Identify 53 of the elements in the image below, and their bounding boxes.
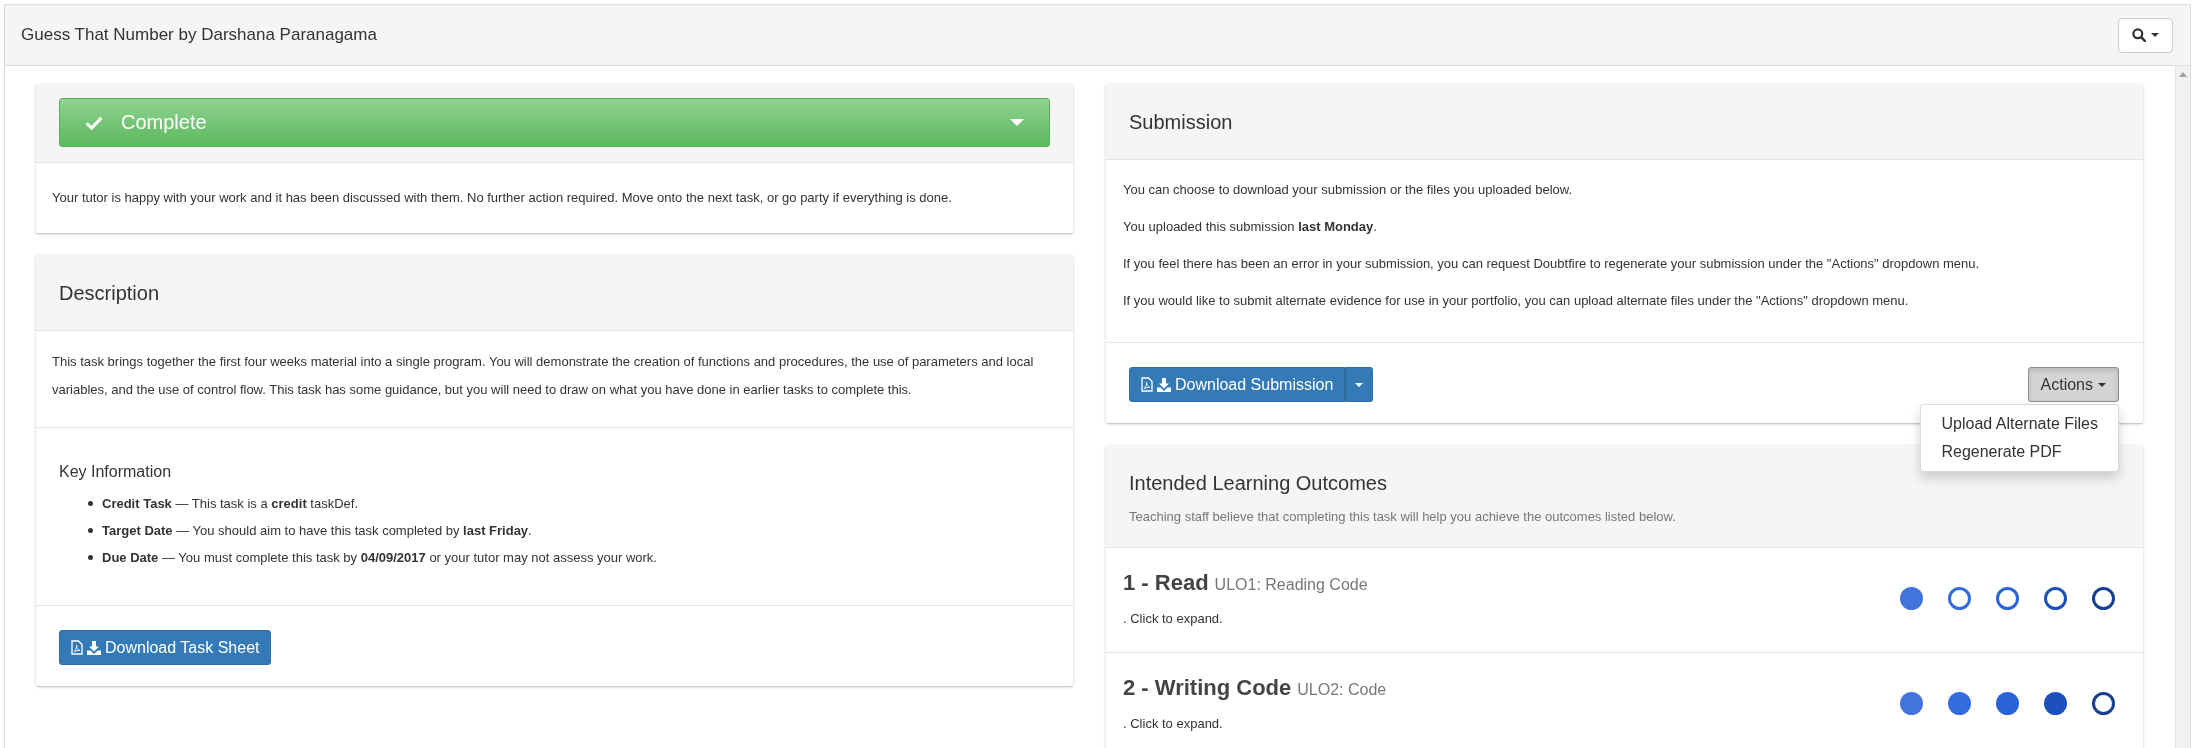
card-title: Submission — [1129, 109, 1233, 135]
bullet-icon — [88, 555, 93, 560]
outcome-title: 1 - Read — [1123, 569, 1209, 597]
dot-icon — [1900, 587, 1923, 610]
bullet-icon — [88, 528, 93, 533]
expand-link[interactable]: . Click to expand. — [1123, 715, 1387, 733]
caret-icon — [2151, 33, 2159, 37]
document-icon — [1141, 377, 1153, 392]
submission-text: You can choose to download your submission or the files you uploaded below. — [1123, 181, 1574, 199]
ring-icon — [2092, 587, 2115, 610]
document-icon — [71, 640, 83, 655]
outcome-code: ULO2: Code — [1297, 680, 1387, 700]
ring-icon — [2092, 692, 2115, 715]
ring-icon — [2044, 587, 2067, 610]
menu-item[interactable]: Regenerate PDF — [1921, 438, 2118, 466]
key-info-text: Credit Task — This task is a credit taskDef. — [102, 494, 358, 513]
key-info-text: Due Date — You must complete this task by 04/09/2017 or your tutor may not assess your work. — [102, 548, 657, 567]
ring-icon — [1996, 587, 2019, 610]
check-icon — [85, 115, 103, 130]
dropdown-toggle-button[interactable] — [1345, 367, 1374, 402]
download-icon — [1157, 377, 1171, 392]
status-message: Your tutor is happy with your work and it has been discussed with them. No further action required. Move onto the next task, or go party if everything is done. — [52, 189, 952, 207]
caret-icon — [2098, 382, 2106, 387]
search-icon — [2132, 28, 2146, 42]
outcome-code: ULO1: Reading Code — [1214, 575, 1368, 595]
caret-down-icon — [1010, 119, 1024, 126]
download-icon — [87, 640, 101, 655]
search-button[interactable] — [2118, 17, 2173, 53]
bullet-icon — [88, 501, 93, 506]
download-task-sheet-button[interactable]: Download Task Sheet — [59, 630, 272, 665]
dot-icon — [2044, 692, 2067, 715]
up-arrow-icon — [2179, 72, 2187, 77]
card-title: Intended Learning Outcomes — [1129, 471, 1388, 496]
card-subtitle: Teaching staff believe that completing this task will help you achieve the outcomes listed below. — [1129, 508, 1677, 526]
download-submission-button[interactable]: Download Submission — [1129, 367, 1346, 402]
menu-item[interactable]: Upload Alternate Files — [1921, 410, 2118, 438]
dot-icon — [1900, 692, 1923, 715]
actions-button[interactable]: Actions — [2027, 367, 2119, 402]
submission-text: If you would like to submit alternate evidence for use in your portfolio, you can upload alternate files under the "Actions" dropdown menu. — [1123, 292, 1910, 310]
key-info-text: Target Date — You should aim to have this task completed by last Friday. — [102, 521, 532, 540]
section-heading: Key Information — [59, 462, 173, 482]
caret-icon — [1355, 382, 1364, 387]
page-title: Guess That Number by Darshana Paranagama — [21, 25, 377, 45]
description-text: This task brings together the first four weeks material into a single program. You will demonstrate the creation of functions and procedures, the use of parameters and local variables, and the use of control flow. This task has some guidance, but you will need to draw on what you have done in earlier tasks to complete this. — [52, 353, 1035, 399]
card-title: Description — [59, 280, 160, 306]
scrollbar[interactable] — [2175, 66, 2190, 748]
outcome-title: 2 - Writing Code — [1123, 674, 1292, 702]
ring-icon — [1948, 587, 1971, 610]
dot-icon — [1948, 692, 1971, 715]
dot-icon — [1996, 692, 2019, 715]
submission-text: If you feel there has been an error in your submission, you can request Doubtfire to regenerate your submission under the "Actions" dropdown menu. — [1123, 255, 1981, 273]
submission-text: You uploaded this submission last Monday. — [1123, 218, 1378, 236]
expand-link[interactable]: . Click to expand. — [1123, 610, 1368, 628]
